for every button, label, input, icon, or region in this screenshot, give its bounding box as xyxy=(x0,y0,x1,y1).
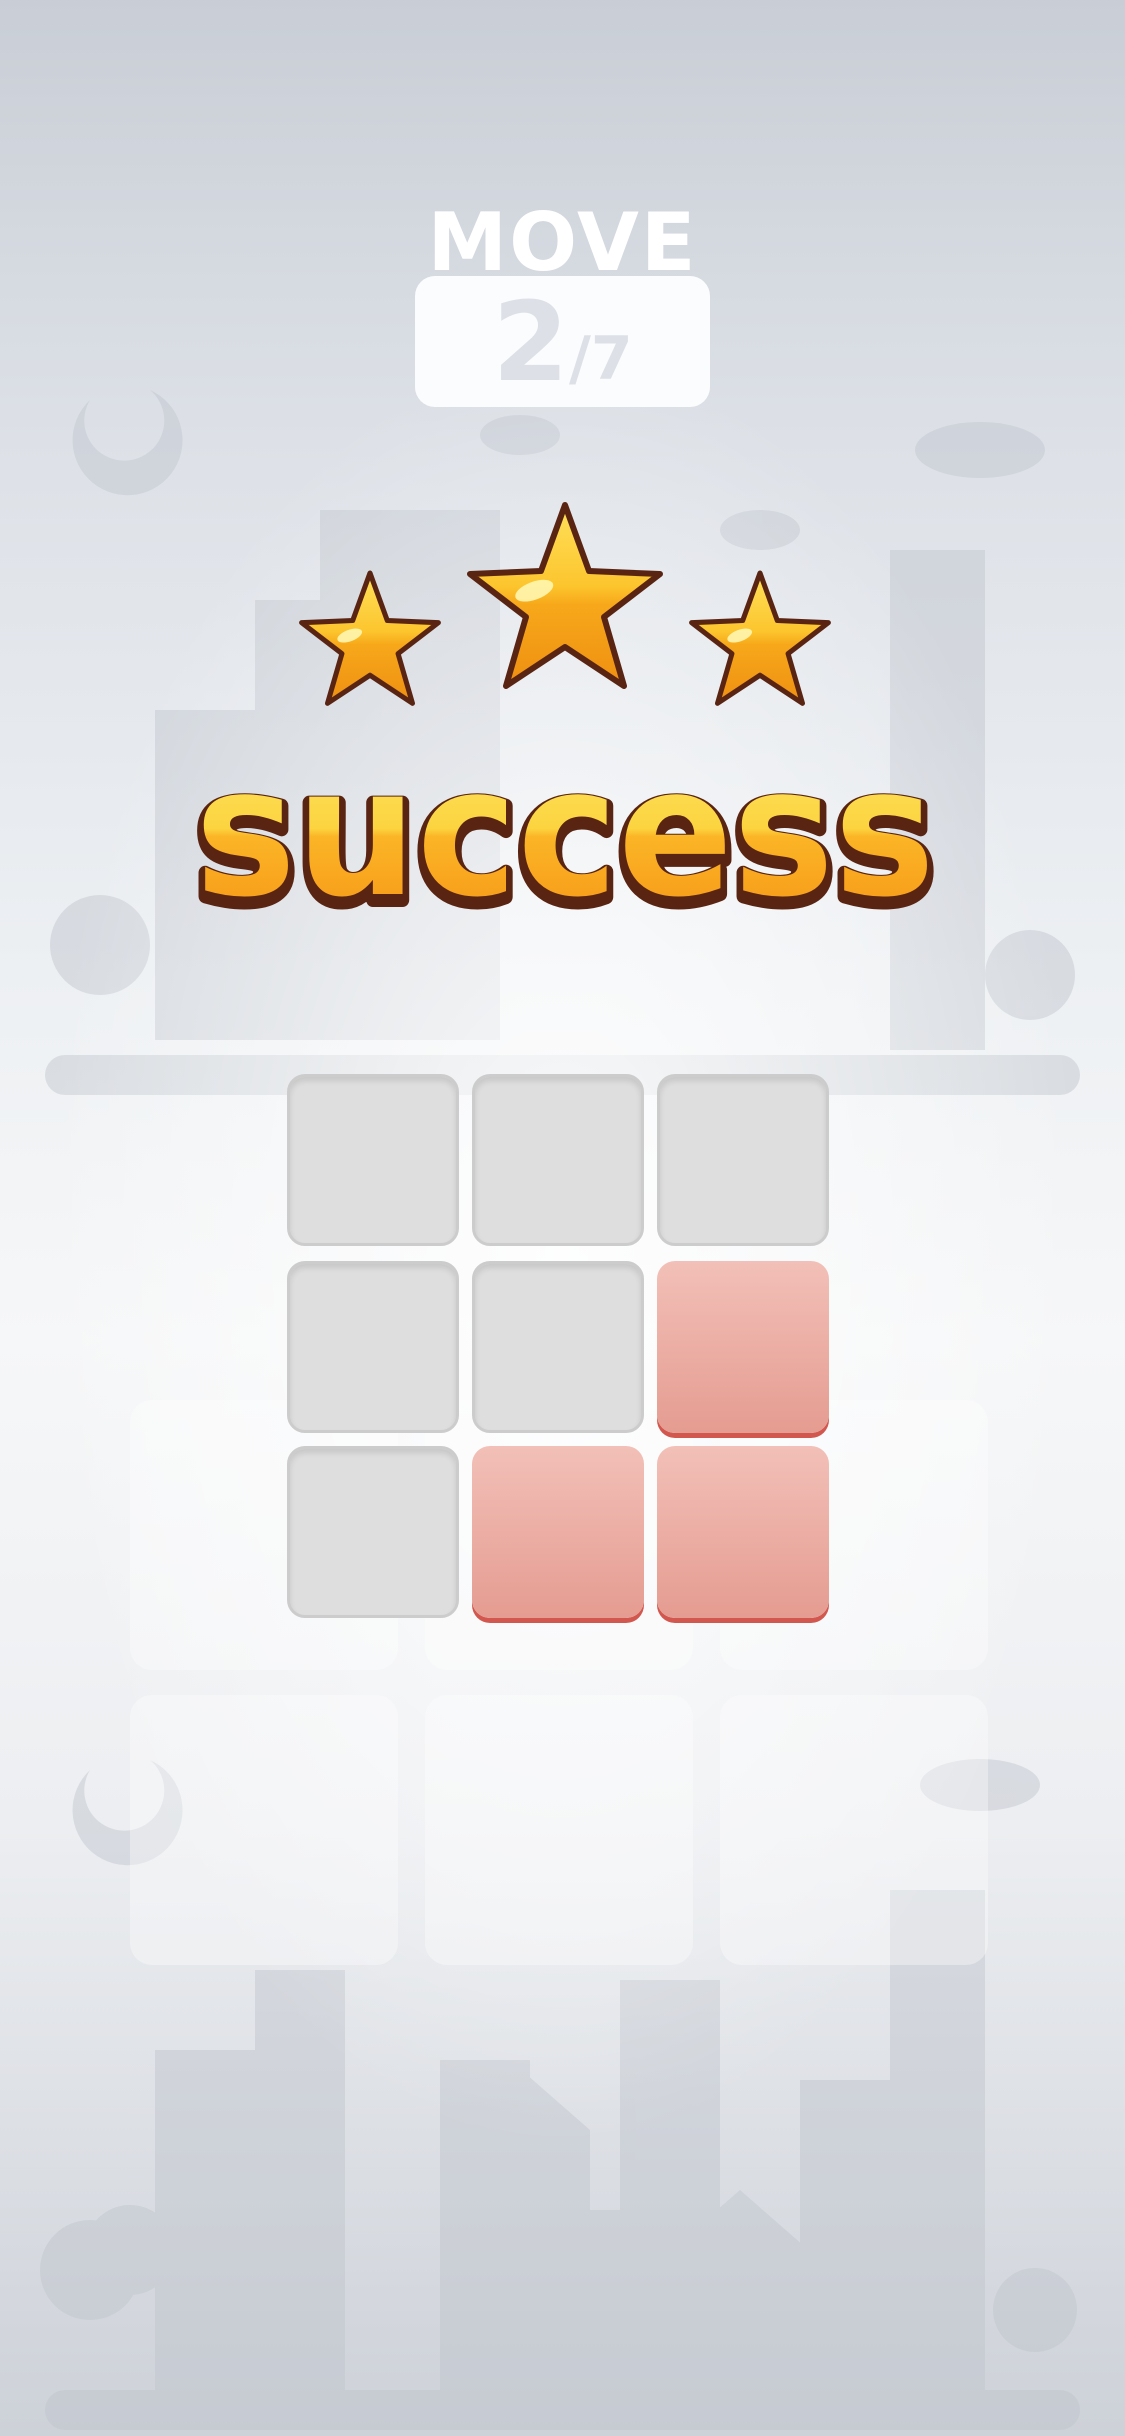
move-current: 2 xyxy=(492,277,569,406)
board-cell[interactable] xyxy=(472,1261,644,1433)
ghost-cell xyxy=(720,1695,988,1965)
puzzle-board xyxy=(285,1071,830,1621)
star-icon xyxy=(299,570,441,706)
board-cell[interactable] xyxy=(657,1074,829,1246)
ghost-cell xyxy=(130,1695,398,1965)
move-separator: / xyxy=(568,323,591,394)
star-icon xyxy=(689,570,831,706)
board-cell[interactable] xyxy=(287,1074,459,1246)
ghost-cell xyxy=(425,1695,693,1965)
star-icon xyxy=(467,502,663,689)
success-banner: success success xyxy=(188,760,942,930)
move-total: 7 xyxy=(590,323,633,394)
board-cell[interactable] xyxy=(472,1074,644,1246)
filled-tile[interactable] xyxy=(657,1446,829,1618)
board-cell[interactable] xyxy=(287,1261,459,1433)
move-counter: 2 / 7 xyxy=(415,276,710,407)
board-cell[interactable] xyxy=(287,1446,459,1618)
star-rating xyxy=(299,502,831,706)
filled-tile[interactable] xyxy=(657,1261,829,1433)
success-text-fill: success xyxy=(195,760,935,930)
filled-tile[interactable] xyxy=(472,1446,644,1618)
